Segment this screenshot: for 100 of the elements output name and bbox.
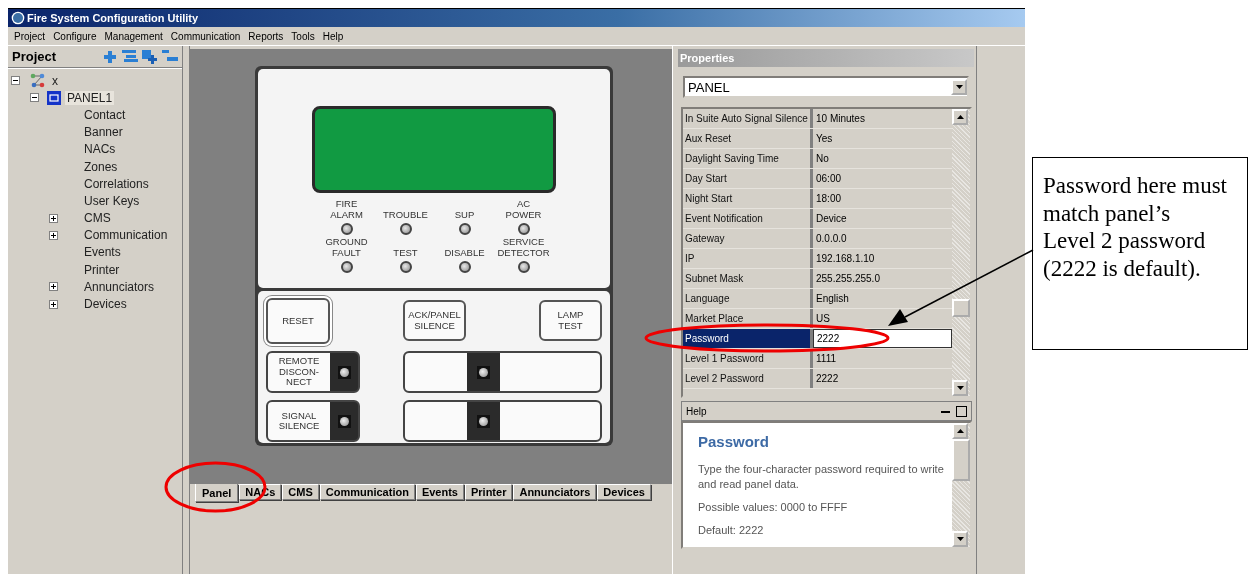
tree-item[interactable]: Contact (82, 107, 128, 122)
tree-item[interactable]: x (50, 73, 60, 88)
led-label: DISABLE (444, 245, 485, 258)
property-value[interactable]: Device (816, 213, 847, 224)
scroll-thumb[interactable] (952, 299, 970, 317)
menu-item[interactable]: Management (100, 30, 167, 42)
tab[interactable]: Panel (195, 484, 239, 502)
list-icon[interactable] (122, 49, 138, 62)
expand-all-icon[interactable] (142, 49, 158, 64)
help-text: Default: 2222 (698, 523, 765, 538)
tree-item[interactable]: Communication (82, 228, 170, 243)
help-text: Possible values: 0000 to FFFF (698, 500, 849, 515)
led-label: AC POWER (505, 199, 542, 220)
menu-item[interactable]: Configure (49, 30, 101, 42)
property-input[interactable]: 2222 (813, 329, 952, 348)
tree-item[interactable]: Correlations (82, 176, 151, 191)
blank-panel-key[interactable] (403, 400, 602, 442)
collapse-all-icon[interactable] (162, 49, 178, 62)
scroll-up-icon (956, 429, 964, 433)
property-value[interactable]: 10 Minutes (816, 113, 865, 124)
led-label: SERVICE DETECTOR (497, 237, 550, 258)
tab[interactable]: Devices (597, 484, 651, 500)
property-value[interactable]: 0.0.0.0 (816, 233, 847, 244)
property-value[interactable]: English (816, 293, 849, 304)
collapse-icon[interactable] (30, 93, 39, 103)
tree-item[interactable]: Banner (82, 125, 125, 140)
dropdown-arrow-icon (955, 85, 963, 89)
panel-key[interactable]: REMOTE DISCON- NECT (266, 351, 360, 393)
led-indicator (399, 261, 412, 273)
menu-item[interactable]: Help (318, 30, 348, 42)
property-name[interactable]: Password (683, 329, 813, 348)
property-name[interactable]: IP (683, 249, 813, 268)
tree-item[interactable]: Events (82, 245, 123, 260)
tree-item[interactable]: Printer (82, 262, 122, 277)
expand-icon[interactable] (49, 299, 58, 309)
property-value[interactable]: 06:00 (816, 173, 842, 184)
property-value[interactable]: No (816, 153, 829, 164)
tree-item[interactable]: Devices (82, 297, 129, 312)
scroll-up-icon (956, 115, 964, 119)
expand-icon[interactable] (49, 213, 58, 223)
property-value[interactable]: Yes (816, 133, 833, 144)
menu-item[interactable]: Communication (166, 30, 245, 42)
led-indicator (458, 223, 471, 235)
property-name[interactable]: Daylight Saving Time (683, 149, 813, 168)
led-indicator (458, 261, 471, 273)
property-name[interactable]: Aux Reset (683, 129, 813, 148)
dropdown-arrow-icon (956, 537, 964, 541)
panel-key[interactable]: RESET (266, 298, 330, 344)
property-name[interactable]: Night Start (683, 189, 813, 208)
property-value[interactable]: 2222 (816, 373, 839, 384)
menu-item[interactable]: Reports (244, 30, 288, 42)
scrollbar[interactable] (952, 423, 970, 547)
blank-panel-key[interactable] (403, 351, 602, 393)
tab[interactable]: Printer (464, 484, 513, 500)
panel-icon (47, 90, 61, 105)
help-heading: Password (698, 433, 770, 450)
led-label: FIRE ALARM (330, 199, 363, 220)
property-name[interactable]: Event Notification (683, 209, 813, 228)
tab[interactable]: Communication (319, 484, 415, 500)
tree-item[interactable]: User Keys (82, 193, 142, 208)
tree-item[interactable]: Annunciators (82, 279, 157, 294)
window-title: Fire System Configuration Utility (27, 12, 199, 24)
property-name[interactable]: In Suite Auto Signal Silence (683, 109, 813, 128)
scroll-thumb[interactable] (952, 439, 970, 481)
panel-key[interactable]: LAMP TEST (539, 300, 602, 341)
panel-key[interactable]: SIGNAL SILENCE (266, 400, 360, 442)
tab[interactable]: Events (415, 484, 464, 500)
pane-title: Project (12, 49, 57, 64)
expand-icon[interactable] (49, 230, 58, 240)
property-value[interactable]: 18:00 (816, 193, 842, 204)
tree-item[interactable]: CMS (82, 211, 113, 226)
help-text: Type the four-character password required to write and read panel data. (698, 462, 945, 492)
maximize-icon[interactable] (956, 405, 967, 417)
property-name[interactable]: Level 2 Password (683, 369, 813, 388)
object-dropdown[interactable]: PANEL (683, 76, 969, 98)
dropdown-arrow-icon (956, 386, 964, 390)
property-value[interactable]: 192.168.1.10 (816, 253, 875, 264)
property-value[interactable]: US (816, 313, 830, 324)
property-name[interactable]: Day Start (683, 169, 813, 188)
property-name[interactable]: Subnet Mask (683, 269, 813, 288)
menu-item[interactable]: Project (10, 30, 50, 42)
add-icon[interactable] (102, 49, 118, 64)
property-value[interactable]: 1111 (816, 353, 837, 364)
property-name[interactable]: Gateway (683, 229, 813, 248)
tree-item[interactable]: Zones (82, 159, 120, 174)
property-name[interactable]: Language (683, 289, 813, 308)
pane-title: Properties (678, 49, 974, 67)
expand-icon[interactable] (49, 282, 58, 292)
tree-item[interactable]: PANEL1 (65, 90, 115, 105)
tree-item[interactable]: NACs (82, 142, 118, 157)
scrollbar[interactable] (952, 109, 970, 396)
property-value[interactable]: 255.255.255.0 (816, 273, 880, 284)
led-label: GROUND FAULT (325, 237, 368, 258)
tab[interactable]: Annunciators (513, 484, 597, 500)
menu-item[interactable]: Tools (287, 30, 319, 42)
tab[interactable]: CMS (282, 484, 319, 500)
panel-key[interactable]: ACK/PANEL SILENCE (403, 300, 466, 341)
led-indicator (399, 223, 412, 235)
collapse-icon[interactable] (11, 76, 20, 86)
minimize-icon[interactable] (941, 409, 950, 413)
